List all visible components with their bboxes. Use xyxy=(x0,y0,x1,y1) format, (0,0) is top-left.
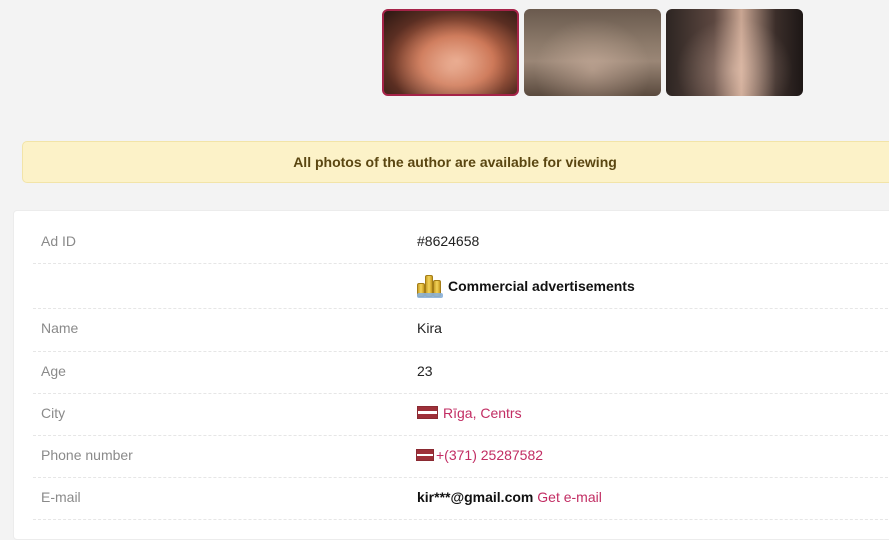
detail-row-age: Age 23 xyxy=(33,352,889,394)
get-email-link[interactable]: Get e-mail xyxy=(537,489,602,505)
detail-row-city: City Rīga, Centrs xyxy=(33,394,889,436)
city-value: Rīga, Centrs xyxy=(417,405,522,421)
email-label: E-mail xyxy=(41,489,81,505)
category-value: Commercial advertisements xyxy=(417,273,635,298)
photo-gallery xyxy=(382,9,804,96)
photo-shade xyxy=(524,9,661,96)
age-value: 23 xyxy=(417,363,433,379)
photo-shade xyxy=(666,9,803,96)
category-label: Commercial advertisements xyxy=(448,278,635,294)
email-value: kir***@gmail.com Get e-mail xyxy=(417,489,602,505)
coins-icon xyxy=(417,273,443,298)
detail-row-ad-id: Ad ID #8624658 xyxy=(33,223,889,264)
phone-link[interactable]: +(371) 25287582 xyxy=(436,447,543,463)
name-value: Kira xyxy=(417,320,442,336)
photo-thumbnail[interactable] xyxy=(524,9,661,96)
ad-id-label: Ad ID xyxy=(41,233,77,249)
latvia-flag-icon xyxy=(417,406,438,419)
age-label: Age xyxy=(41,363,66,379)
latvia-flag-icon xyxy=(416,449,434,461)
photo-thumbnail[interactable] xyxy=(666,9,803,96)
name-label: Name xyxy=(41,320,79,336)
phone-label: Phone number xyxy=(41,447,133,463)
notice-text: All photos of the author are available f… xyxy=(293,154,617,170)
phone-value: +(371) 25287582 xyxy=(416,447,543,463)
city-label: City xyxy=(41,405,66,421)
city-link[interactable]: Rīga, Centrs xyxy=(443,405,522,421)
ad-id-value: #8624658 xyxy=(417,233,480,249)
photos-available-notice: All photos of the author are available f… xyxy=(22,141,889,183)
detail-row-category: Commercial advertisements xyxy=(33,264,889,309)
detail-row-phone: Phone number +(371) 25287582 xyxy=(33,436,889,478)
detail-row-email: E-mail kir***@gmail.com Get e-mail xyxy=(33,478,889,520)
email-masked: kir***@gmail.com xyxy=(417,489,534,505)
photo-shade xyxy=(384,11,517,94)
ad-details-card: Ad ID #8624658 Commercial advertisements… xyxy=(13,210,889,540)
detail-row-name: Name Kira xyxy=(33,309,889,352)
photo-thumbnail-selected[interactable] xyxy=(382,9,519,96)
